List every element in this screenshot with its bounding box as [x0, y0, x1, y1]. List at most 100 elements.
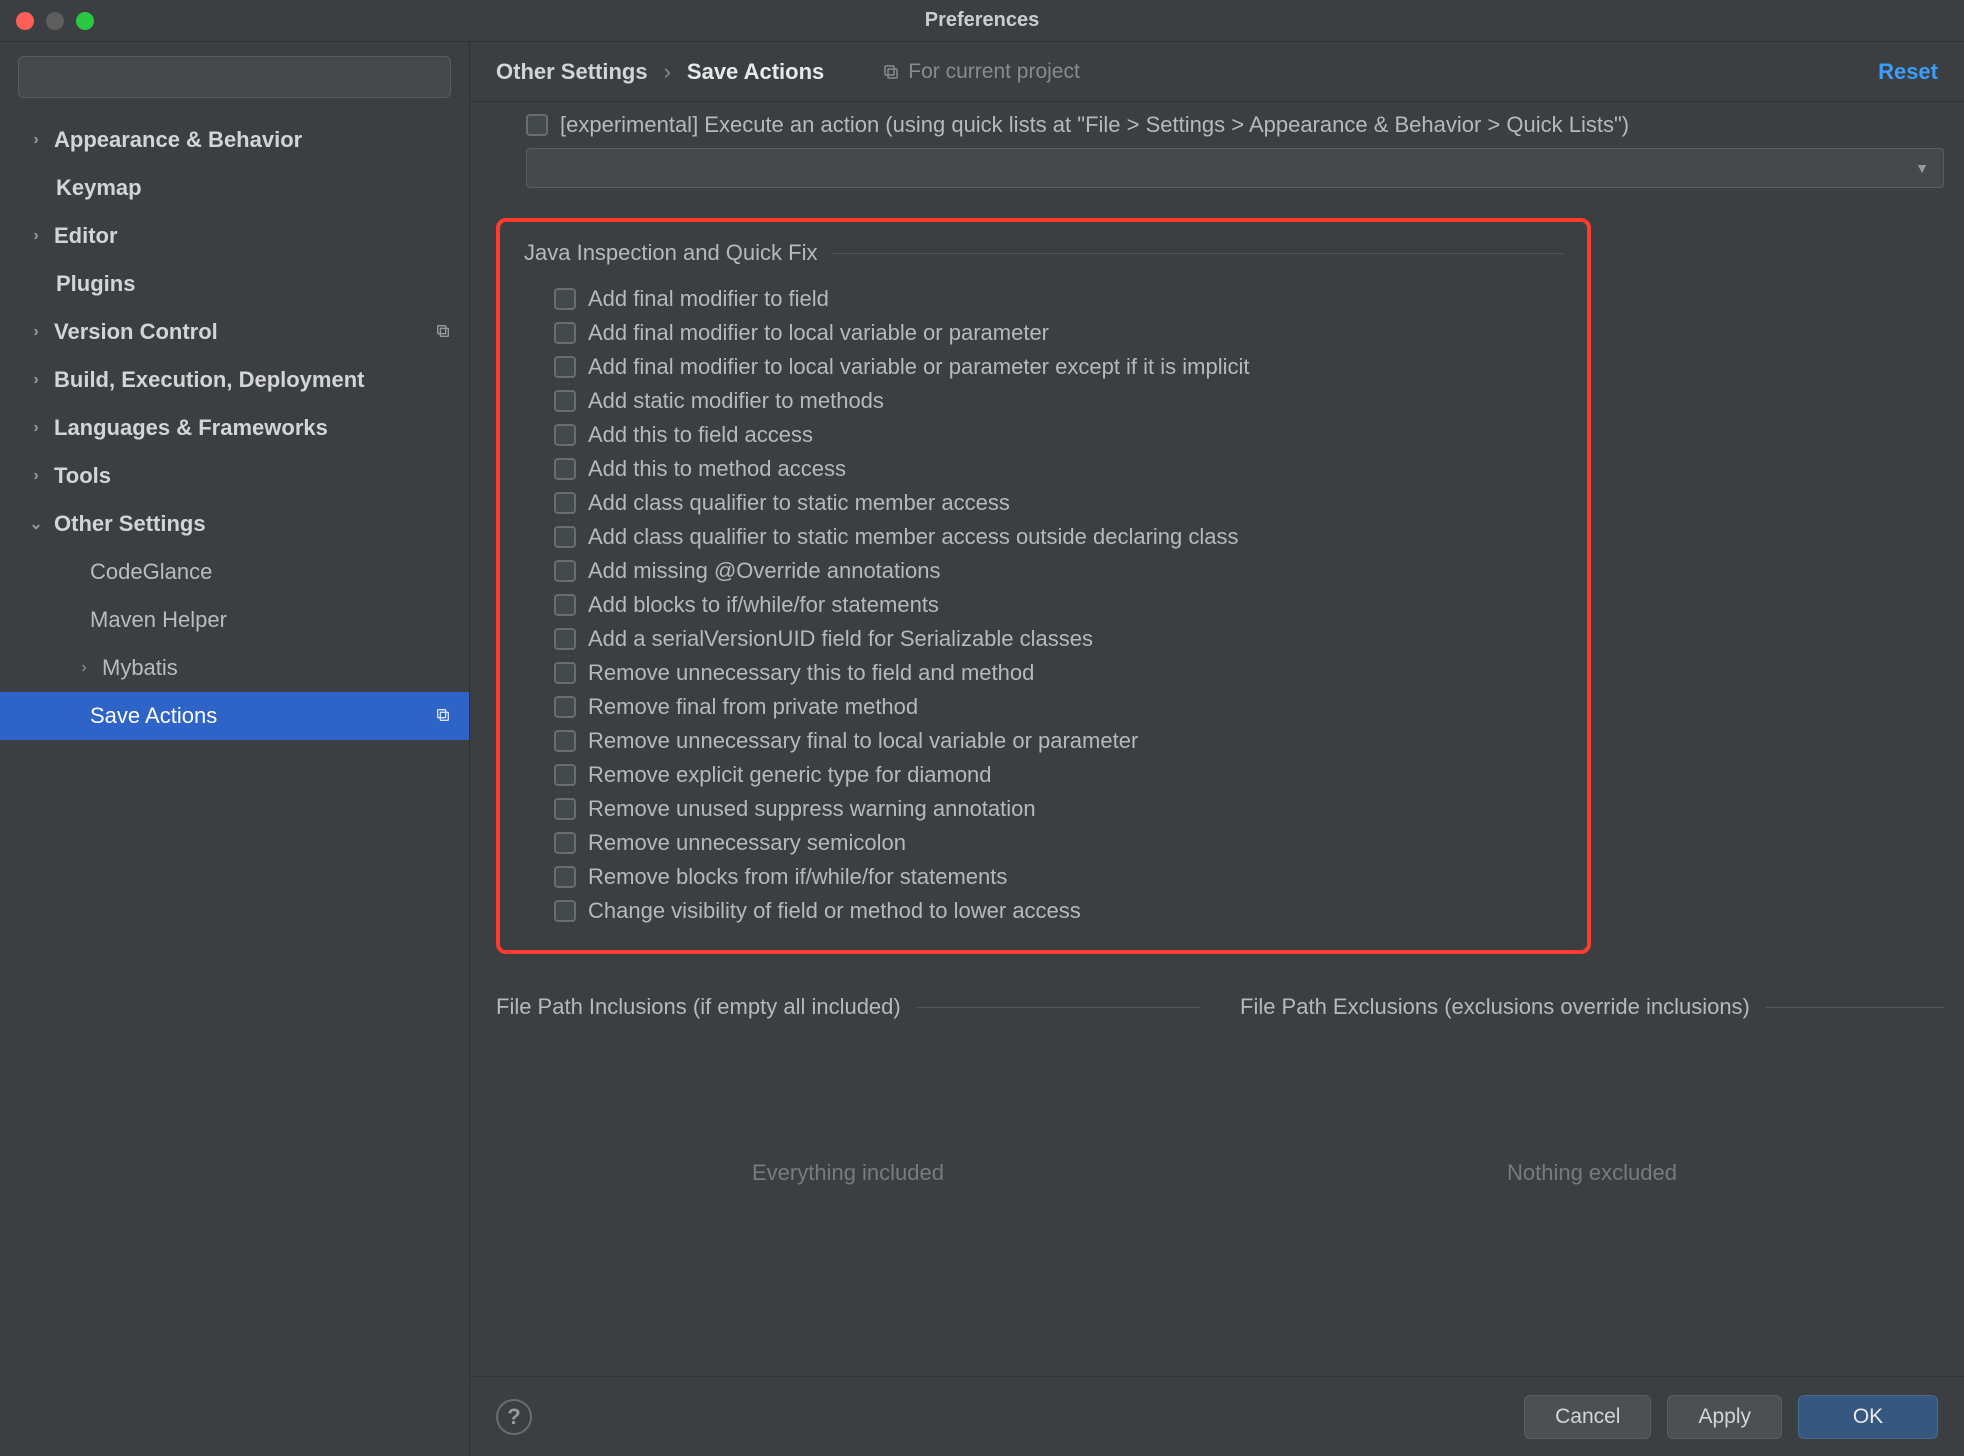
inclusions-section: File Path Inclusions (if empty all inclu… [496, 994, 1200, 1186]
minimize-window-button[interactable] [46, 12, 64, 30]
inspection-label: Change visibility of field or method to … [588, 898, 1081, 924]
breadcrumb-root[interactable]: Other Settings [496, 59, 648, 85]
inspection-label: Add final modifier to local variable or … [588, 320, 1049, 346]
chevron-right-icon: › [28, 371, 44, 389]
divider [1766, 1007, 1944, 1008]
sidebar-item-other-settings[interactable]: ⌄ Other Settings [0, 500, 469, 548]
inspection-checkbox[interactable] [554, 764, 576, 786]
sidebar-item-languages-frameworks[interactable]: ›Languages & Frameworks [0, 404, 469, 452]
sidebar-item-label: Appearance & Behavior [54, 127, 302, 153]
project-scope-icon [435, 319, 451, 345]
inspection-label: Remove unnecessary this to field and met… [588, 660, 1034, 686]
inspection-checkbox[interactable] [554, 662, 576, 684]
chevron-right-icon: › [664, 59, 671, 85]
inspection-label: Add missing @Override annotations [588, 558, 941, 584]
sidebar-item-maven-helper[interactable]: Maven Helper [0, 596, 469, 644]
cancel-button[interactable]: Cancel [1524, 1395, 1651, 1439]
inspection-label: Add this to field access [588, 422, 813, 448]
inspection-checkbox[interactable] [554, 322, 576, 344]
sidebar-item-label: CodeGlance [90, 559, 212, 585]
sidebar-item-label: Version Control [54, 319, 218, 345]
sidebar-item-label: Mybatis [102, 655, 178, 681]
settings-tree: ›Appearance & BehaviorKeymap›EditorPlugi… [0, 108, 469, 1456]
inspection-label: Add blocks to if/while/for statements [588, 592, 939, 618]
sidebar-item-label: Languages & Frameworks [54, 415, 328, 441]
settings-sidebar: ›Appearance & BehaviorKeymap›EditorPlugi… [0, 42, 470, 1456]
experimental-checkbox[interactable] [526, 114, 548, 136]
chevron-down-icon: ⌄ [28, 514, 44, 534]
inspection-checkbox[interactable] [554, 424, 576, 446]
inspection-checkbox[interactable] [554, 798, 576, 820]
sidebar-item-label: Save Actions [90, 703, 217, 729]
search-input[interactable] [18, 56, 451, 98]
inspection-option-row: Add a serialVersionUID field for Seriali… [554, 626, 1563, 652]
inspection-checkbox[interactable] [554, 628, 576, 650]
sidebar-item-label: Keymap [56, 175, 142, 201]
sidebar-item-build-execution-deployment[interactable]: ›Build, Execution, Deployment [0, 356, 469, 404]
sidebar-item-codeglance[interactable]: CodeGlance [0, 548, 469, 596]
exclusions-title: File Path Exclusions (exclusions overrid… [1240, 994, 1750, 1020]
ok-button[interactable]: OK [1798, 1395, 1938, 1439]
inspection-checkbox[interactable] [554, 730, 576, 752]
sidebar-item-label: Plugins [56, 271, 135, 297]
inspection-checkbox[interactable] [554, 900, 576, 922]
help-button[interactable]: ? [496, 1399, 532, 1435]
sidebar-item-save-actions[interactable]: Save Actions [0, 692, 469, 740]
chevron-right-icon: › [28, 323, 44, 341]
inspection-option-row: Add this to field access [554, 422, 1563, 448]
inspection-checkbox[interactable] [554, 832, 576, 854]
inspection-checkbox[interactable] [554, 526, 576, 548]
exclusions-placeholder: Nothing excluded [1240, 1160, 1944, 1186]
sidebar-item-keymap[interactable]: Keymap [0, 164, 469, 212]
inspection-label: Add this to method access [588, 456, 846, 482]
inspection-label: Remove explicit generic type for diamond [588, 762, 992, 788]
sidebar-item-editor[interactable]: ›Editor [0, 212, 469, 260]
inspection-checkbox[interactable] [554, 356, 576, 378]
experimental-option-row: [experimental] Execute an action (using … [496, 112, 1944, 138]
inspection-option-row: Remove unnecessary this to field and met… [554, 660, 1563, 686]
sidebar-item-mybatis[interactable]: › Mybatis [0, 644, 469, 692]
inspection-checkbox[interactable] [554, 594, 576, 616]
inspection-option-row: Remove unnecessary final to local variab… [554, 728, 1563, 754]
inclusions-placeholder: Everything included [496, 1160, 1200, 1186]
inspection-checkbox[interactable] [554, 492, 576, 514]
inspection-option-row: Add this to method access [554, 456, 1563, 482]
chevron-down-icon: ▼ [1915, 160, 1929, 176]
breadcrumb-current: Save Actions [687, 59, 824, 85]
dialog-footer: ? Cancel Apply OK [470, 1376, 1964, 1456]
inspection-label: Add final modifier to local variable or … [588, 354, 1250, 380]
close-window-button[interactable] [16, 12, 34, 30]
inspection-option-row: Add missing @Override annotations [554, 558, 1563, 584]
apply-button[interactable]: Apply [1667, 1395, 1782, 1439]
maximize-window-button[interactable] [76, 12, 94, 30]
sidebar-item-plugins[interactable]: Plugins [0, 260, 469, 308]
copy-icon [882, 63, 900, 81]
inspection-label: Add static modifier to methods [588, 388, 884, 414]
inspection-option-row: Add class qualifier to static member acc… [554, 524, 1563, 550]
inspection-label: Remove blocks from if/while/for statemen… [588, 864, 1007, 890]
sidebar-item-tools[interactable]: ›Tools [0, 452, 469, 500]
quick-list-dropdown[interactable]: ▼ [526, 148, 1944, 188]
sidebar-item-appearance-behavior[interactable]: ›Appearance & Behavior [0, 116, 469, 164]
titlebar: Preferences [0, 0, 1964, 42]
inspection-checkbox[interactable] [554, 560, 576, 582]
inspection-checkbox[interactable] [554, 288, 576, 310]
inspection-option-row: Add class qualifier to static member acc… [554, 490, 1563, 516]
chevron-right-icon: › [76, 659, 92, 677]
inspection-option-row: Remove explicit generic type for diamond [554, 762, 1563, 788]
inspection-label: Remove unnecessary final to local variab… [588, 728, 1138, 754]
divider [831, 253, 1563, 254]
sidebar-item-version-control[interactable]: › Version Control [0, 308, 469, 356]
inspection-checkbox[interactable] [554, 696, 576, 718]
inspection-option-row: Remove blocks from if/while/for statemen… [554, 864, 1563, 890]
window-title: Preferences [925, 9, 1040, 32]
inspection-checkbox[interactable] [554, 390, 576, 412]
inspection-option-row: Remove unused suppress warning annotatio… [554, 796, 1563, 822]
inspection-option-row: Add blocks to if/while/for statements [554, 592, 1563, 618]
inspection-option-row: Add final modifier to local variable or … [554, 354, 1563, 380]
sidebar-item-label: Other Settings [54, 511, 206, 537]
inspection-checkbox[interactable] [554, 458, 576, 480]
inspection-checkbox[interactable] [554, 866, 576, 888]
inspection-option-row: Add final modifier to field [554, 286, 1563, 312]
reset-link[interactable]: Reset [1878, 59, 1938, 85]
